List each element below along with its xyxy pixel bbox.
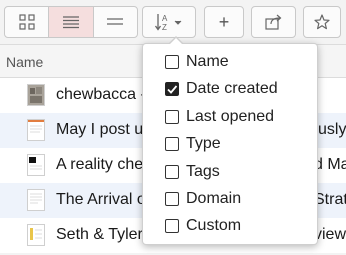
star-icon: [314, 14, 330, 30]
share-icon: [264, 14, 281, 30]
grid-view-button[interactable]: [5, 7, 50, 37]
name-column-header[interactable]: Name: [6, 54, 43, 70]
compact-list-view-icon: [107, 18, 124, 25]
sort-option-label: Custom: [186, 217, 242, 234]
checkmark-icon: [167, 85, 178, 94]
list-item-title-tail: view: [314, 226, 346, 243]
checkbox[interactable]: [165, 192, 179, 206]
list-item-title: May I post u: [56, 121, 144, 138]
checkbox[interactable]: [165, 165, 179, 179]
list-item-title: A reality che: [56, 156, 144, 173]
document-thumbnail: [27, 119, 45, 141]
sort-option-domain[interactable]: Domain: [143, 186, 317, 212]
document-thumbnail: [27, 154, 45, 176]
compact-list-view-button[interactable]: [94, 7, 137, 37]
sort-option-custom[interactable]: Custom: [143, 213, 317, 239]
checkbox-checked[interactable]: [165, 82, 179, 96]
grid-view-icon: [19, 14, 35, 30]
sort-button[interactable]: A Z: [142, 6, 196, 38]
svg-text:A: A: [162, 14, 168, 23]
document-thumbnail: [27, 224, 45, 246]
list-view-icon: [62, 16, 79, 29]
sort-option-label: Tags: [186, 163, 220, 180]
document-thumbnail: [27, 84, 45, 106]
checkbox[interactable]: [165, 110, 179, 124]
add-button[interactable]: +: [204, 6, 244, 38]
sort-option-name[interactable]: Name: [143, 49, 317, 75]
list-item-title: The Arrival o: [56, 191, 146, 208]
sort-option-label: Name: [186, 53, 229, 70]
list-item-title-tail: usly: [318, 121, 346, 138]
list-item-title-tail: Strat: [314, 191, 346, 208]
favorite-button[interactable]: [303, 6, 341, 38]
list-item-title: chewbacca -: [56, 86, 146, 103]
list-item-title: Seth & Tyler: [56, 226, 143, 243]
sort-option-label: Last opened: [186, 108, 275, 125]
dropdown-caret-fill: [169, 38, 183, 45]
sort-option-tags[interactable]: Tags: [143, 159, 317, 185]
share-button[interactable]: [251, 6, 296, 38]
sort-option-label: Type: [186, 135, 221, 152]
svg-text:Z: Z: [162, 23, 167, 32]
list-view-button[interactable]: [49, 7, 94, 37]
sort-option-type[interactable]: Type: [143, 131, 317, 157]
sort-option-label: Date created: [186, 80, 278, 97]
document-thumbnail: [27, 189, 45, 211]
list-item-title-tail: d Ma: [314, 156, 346, 173]
sort-option-last-opened[interactable]: Last opened: [143, 104, 317, 130]
checkbox[interactable]: [165, 137, 179, 151]
view-mode-switcher: [4, 6, 138, 38]
checkbox[interactable]: [165, 55, 179, 69]
sort-alpha-icon: A Z: [154, 14, 182, 32]
sort-option-label: Domain: [186, 190, 242, 207]
sort-menu: Name Date created Last opened Type Tags …: [142, 43, 318, 245]
sort-option-date-created[interactable]: Date created: [143, 76, 317, 102]
add-button-label: +: [218, 11, 230, 32]
checkbox[interactable]: [165, 219, 179, 233]
